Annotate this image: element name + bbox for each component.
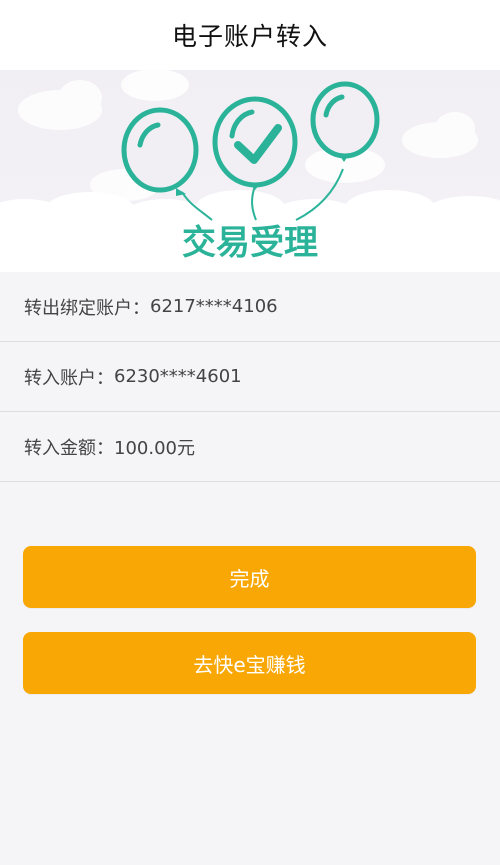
- detail-value: 100.00元: [114, 437, 195, 459]
- transaction-banner: 交易受理: [0, 70, 500, 272]
- check-balloon-icon: [212, 96, 298, 190]
- done-button[interactable]: 完成: [23, 546, 476, 608]
- detail-label: 转入账户：: [24, 367, 114, 389]
- earn-with-kuaiebao-button[interactable]: 去快e宝赚钱: [23, 632, 476, 694]
- detail-row-amount: 转入金额： 100.00元: [0, 412, 500, 482]
- transfer-details: 转出绑定账户： 6217****4106 转入账户： 6230****4601 …: [0, 272, 500, 482]
- detail-value: 6217****4106: [150, 296, 278, 317]
- detail-row-source-account: 转出绑定账户： 6217****4106: [0, 272, 500, 342]
- banner-illustration: 交易受理: [0, 70, 500, 272]
- detail-label: 转入金额：: [24, 437, 114, 459]
- detail-value: 6230****4601: [114, 366, 242, 387]
- banner-heading: 交易受理: [182, 223, 318, 263]
- detail-label: 转出绑定账户：: [24, 297, 150, 319]
- nav-bar: 电子账户转入: [0, 0, 500, 70]
- detail-row-target-account: 转入账户： 6230****4601: [0, 342, 500, 412]
- page-title: 电子账户转入: [171, 22, 328, 51]
